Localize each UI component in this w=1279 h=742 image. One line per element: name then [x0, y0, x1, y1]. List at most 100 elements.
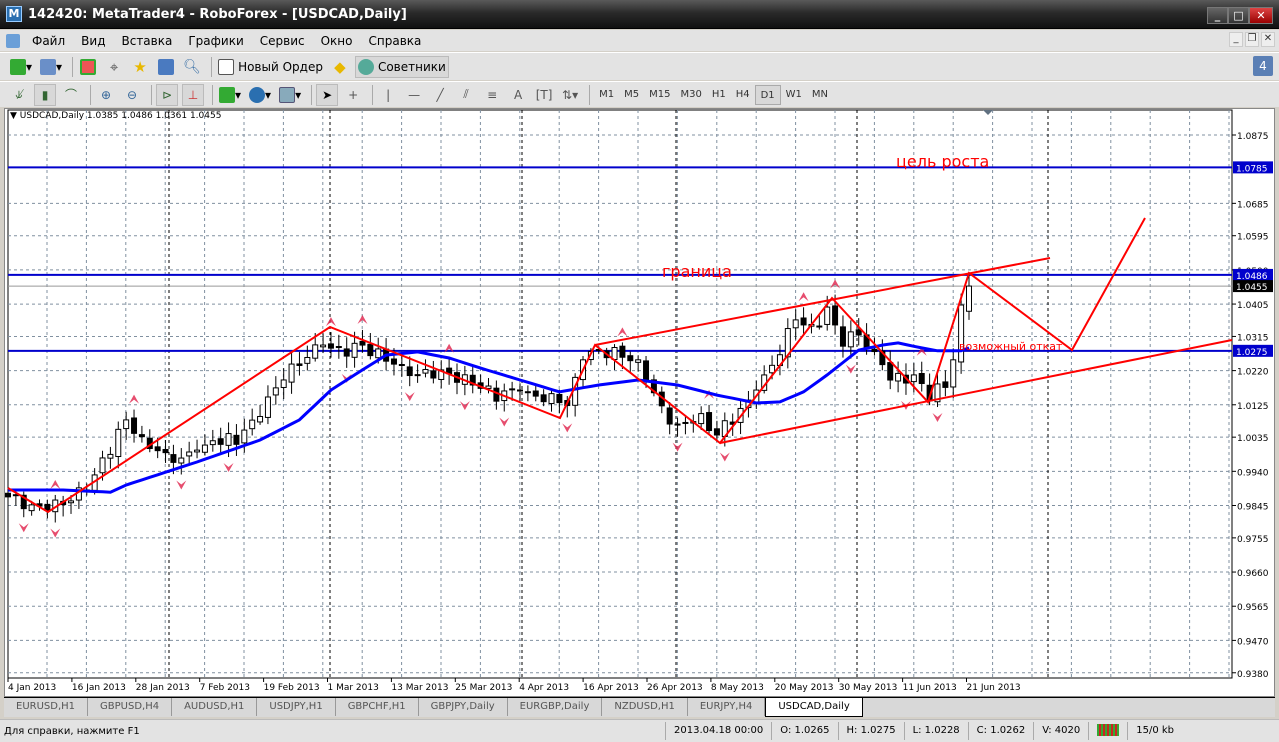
- chart-tab[interactable]: GBPUSD,H4: [88, 698, 173, 716]
- text-button[interactable]: A: [507, 84, 529, 106]
- timeframe-m15[interactable]: M15: [644, 85, 675, 105]
- date-label: 4 Apr 2013: [519, 683, 569, 693]
- notifications-badge[interactable]: 4: [1253, 56, 1273, 76]
- price-label: 0.9845: [1237, 503, 1269, 513]
- mdi-restore-button[interactable]: ❐: [1245, 32, 1259, 47]
- bar-chart-button[interactable]: ⫝̸: [8, 84, 30, 106]
- auto-scroll-button[interactable]: ⊳: [156, 83, 178, 106]
- close-button[interactable]: ✕: [1249, 7, 1273, 24]
- timeframe-w1[interactable]: W1: [781, 85, 807, 105]
- candle-body: [162, 449, 169, 454]
- chart-shift-button[interactable]: ⊥: [182, 83, 204, 106]
- date-label: 26 Apr 2013: [647, 683, 703, 693]
- price-label: 1.0405: [1237, 301, 1269, 311]
- mdi-minimize-button[interactable]: _: [1229, 32, 1243, 47]
- timeframe-h1[interactable]: H1: [707, 85, 731, 105]
- menu-window[interactable]: Окно: [313, 34, 361, 48]
- menu-help[interactable]: Справка: [361, 34, 430, 48]
- new-chart-button[interactable]: ▾: [8, 56, 34, 78]
- timeframe-mn[interactable]: MN: [807, 85, 833, 105]
- price-level-label: 1.0785: [1236, 164, 1268, 174]
- candle-body: [910, 374, 917, 383]
- profiles-icon: [40, 58, 57, 75]
- indicators-button[interactable]: ▾: [217, 84, 243, 106]
- data-window-button[interactable]: ⌖: [103, 56, 125, 78]
- candle-body: [257, 415, 264, 423]
- chart-tab[interactable]: GBPCHF,H1: [336, 698, 419, 716]
- date-label: 20 May 2013: [775, 683, 834, 693]
- menu-view[interactable]: Вид: [73, 34, 113, 48]
- timeframe-d1[interactable]: D1: [754, 84, 781, 105]
- periods-button[interactable]: ▾: [247, 84, 273, 106]
- market-watch-icon: [80, 58, 97, 75]
- candle-body: [249, 419, 256, 430]
- candle-body: [209, 440, 216, 446]
- candle-body: [343, 348, 350, 357]
- chart-tab[interactable]: GBPJPY,Daily: [419, 698, 508, 716]
- strategy-tester-button[interactable]: 🔍︎: [181, 56, 203, 78]
- chart-tab[interactable]: USDJPY,H1: [257, 698, 336, 716]
- line-chart-button[interactable]: ⌒: [60, 84, 82, 106]
- horizontal-line-icon: —: [408, 87, 421, 102]
- candle-body: [28, 504, 35, 512]
- candle-body: [800, 317, 807, 326]
- timeframe-m1[interactable]: M1: [594, 85, 619, 105]
- price-level-label: 1.0275: [1236, 348, 1268, 358]
- zoom-in-button[interactable]: ⊕: [95, 84, 117, 106]
- menu-charts[interactable]: Графики: [180, 34, 251, 48]
- vertical-line-icon: |: [386, 87, 391, 102]
- experts-button[interactable]: Советники: [354, 55, 449, 78]
- zoom-out-button[interactable]: ⊖: [121, 84, 143, 106]
- chart-tab[interactable]: EURUSD,H1: [4, 698, 89, 716]
- menu-file[interactable]: Файл: [24, 34, 73, 48]
- candle-body: [351, 342, 358, 358]
- terminal-button[interactable]: [155, 56, 177, 78]
- chart-tab[interactable]: USDCAD,Daily: [765, 698, 863, 717]
- chart-tab[interactable]: EURGBP,Daily: [508, 698, 603, 716]
- menu-tools[interactable]: Сервис: [252, 34, 313, 48]
- market-watch-button[interactable]: [77, 56, 99, 78]
- indicators-icon: [219, 86, 235, 103]
- trendline-icon: ╱: [436, 87, 444, 102]
- crosshair-button[interactable]: +: [342, 84, 364, 106]
- alert-button[interactable]: ◆: [329, 56, 351, 78]
- timeframe-m30[interactable]: M30: [675, 85, 706, 105]
- candle-body: [138, 434, 145, 438]
- arrows-button[interactable]: ⇅▾: [559, 84, 581, 106]
- text-label-button[interactable]: [T]: [533, 84, 555, 106]
- templates-button[interactable]: ▾: [277, 84, 303, 106]
- new-order-button[interactable]: Новый Ордер: [216, 56, 325, 78]
- menu-insert[interactable]: Вставка: [113, 34, 180, 48]
- mdi-close-button[interactable]: ✕: [1261, 32, 1275, 47]
- trendline-button[interactable]: ╱: [429, 84, 451, 106]
- candle-body: [398, 364, 405, 367]
- template-icon: [279, 86, 296, 103]
- timeframe-h4[interactable]: H4: [731, 85, 755, 105]
- chart-tab[interactable]: AUDUSD,H1: [172, 698, 258, 716]
- candle-body: [895, 372, 902, 382]
- candle-body: [5, 492, 11, 498]
- profiles-button[interactable]: ▾: [38, 56, 64, 78]
- vertical-line-button[interactable]: |: [377, 84, 399, 106]
- standard-toolbar: ▾ ▾ ⌖ ★ 🔍︎ Новый Ордер ◆ Советники: [0, 52, 1279, 80]
- horizontal-line-button[interactable]: —: [403, 84, 425, 106]
- maximize-button[interactable]: □: [1228, 7, 1249, 24]
- help-text: Для справки, нажмите F1: [4, 725, 140, 737]
- equidistant-channel-button[interactable]: ⫽: [455, 84, 477, 106]
- chart-tab[interactable]: NZDUSD,H1: [602, 698, 688, 716]
- minimize-button[interactable]: _: [1207, 7, 1228, 24]
- fibonacci-icon: ≡: [487, 87, 498, 102]
- timeframe-m5[interactable]: M5: [619, 85, 644, 105]
- candlestick-button[interactable]: ▮: [34, 83, 56, 106]
- price-label: 1.0315: [1237, 333, 1269, 343]
- connection-status-icon: [1088, 722, 1127, 740]
- chart-tab[interactable]: EURJPY,H4: [688, 698, 766, 716]
- cursor-button[interactable]: ➤: [316, 83, 339, 106]
- candle-body: [871, 348, 878, 353]
- candle-body: [958, 304, 965, 363]
- fibonacci-button[interactable]: ≡: [481, 84, 503, 106]
- price-chart[interactable]: 1.08751.06851.05951.05001.04051.03151.02…: [0, 108, 1279, 697]
- navigator-button[interactable]: ★: [129, 56, 151, 78]
- status-volume: V: 4020: [1033, 722, 1088, 740]
- symbol-ohlc: USDCAD,Daily 1.0385 1.0486 1.0361 1.0455: [19, 111, 222, 121]
